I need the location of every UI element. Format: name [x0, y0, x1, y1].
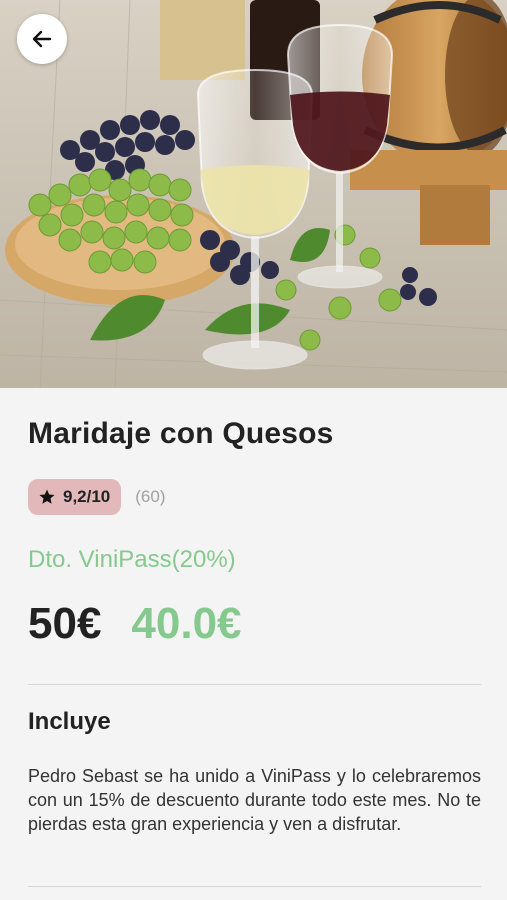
hero-image [0, 0, 507, 388]
divider [28, 684, 481, 685]
price-row: 50€ 40.0€ [28, 599, 242, 649]
star-icon [39, 489, 55, 504]
price-original: 50€ [28, 599, 102, 648]
rating-badge: 9,2/10 [28, 479, 122, 515]
rating-count: (60) [135, 487, 166, 506]
discount-label: Dto. ViniPass(20%) [28, 546, 236, 573]
section-title-includes: Incluye [28, 708, 111, 735]
product-title: Maridaje con Quesos [28, 417, 334, 450]
back-button[interactable] [17, 14, 67, 64]
includes-description: Pedro Sebast se ha unido a ViniPass y lo… [28, 766, 481, 834]
wine-grapes-illustration [0, 0, 507, 388]
price-discounted: 40.0€ [131, 599, 242, 648]
rating-row: 9,2/10 (60) [28, 479, 166, 515]
rating-value: 9,2/10 [63, 487, 111, 506]
arrow-left-icon [32, 30, 52, 48]
divider [28, 886, 481, 887]
